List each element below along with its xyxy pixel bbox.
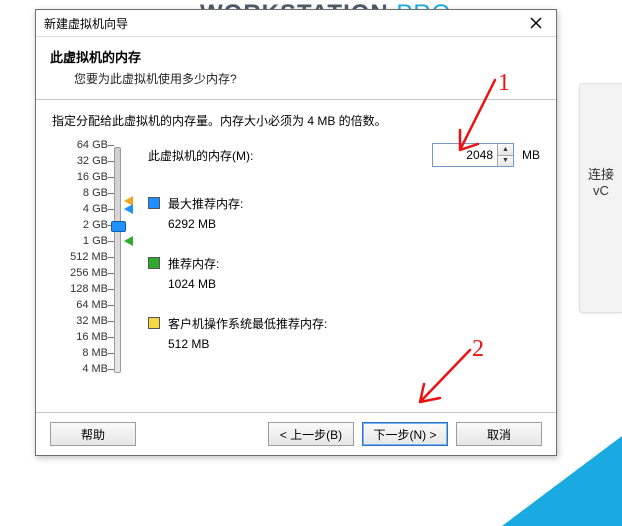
square-icon-yellow — [148, 317, 160, 329]
content-tip: 指定分配给此虚拟机的内存量。内存大小必须为 4 MB 的倍数。 — [52, 112, 540, 129]
scale-label: 16 GB — [64, 172, 108, 183]
rec-min-block: 客户机操作系统最低推荐内存: 512 MB — [148, 315, 540, 353]
scale-label: 32 GB — [64, 156, 108, 167]
rec-max-value: 6292 MB — [168, 215, 243, 233]
next-button[interactable]: 下一步(N) > — [362, 422, 448, 446]
scale-label: 16 MB — [64, 332, 108, 343]
titlebar-title: 新建虚拟机向导 — [44, 15, 516, 32]
header-title: 此虚拟机的内存 — [50, 47, 542, 66]
memory-scale: 64 GB 32 GB 16 GB 8 GB 4 GB 2 GB 1 GB 512 MB 256… — [52, 143, 134, 378]
scale-label: 1 GB — [64, 236, 108, 247]
scale-tick — [108, 305, 114, 306]
rec-max-label: 最大推荐内存: — [168, 195, 243, 213]
rec-rec-value: 1024 MB — [168, 275, 219, 293]
square-icon-green — [148, 257, 160, 269]
header-subtitle: 您要为此虚拟机使用多少内存? — [74, 70, 542, 87]
scale-label: 128 MB — [64, 284, 108, 295]
background-side-panel: 连接 vC — [579, 83, 622, 313]
scale-tick — [108, 209, 114, 210]
wizard-dialog: 新建虚拟机向导 此虚拟机的内存 您要为此虚拟机使用多少内存? 指定分配给此虚拟机… — [35, 9, 557, 456]
scale-track[interactable] — [114, 147, 121, 373]
memory-field-row: 此虚拟机的内存(M): ▲ ▼ MB — [148, 143, 540, 167]
scale-tick — [108, 177, 114, 178]
memory-spinner: ▲ ▼ — [432, 143, 514, 167]
scale-label: 32 MB — [64, 316, 108, 327]
scale-label: 2 GB — [64, 220, 108, 231]
memory-panel: 64 GB 32 GB 16 GB 8 GB 4 GB 2 GB 1 GB 512 MB 256… — [52, 143, 540, 378]
scale-label: 64 MB — [64, 300, 108, 311]
close-icon — [530, 17, 542, 29]
rec-min-label: 客户机操作系统最低推荐内存: — [168, 315, 327, 333]
scale-tick — [108, 161, 114, 162]
rec-rec-block: 推荐内存: 1024 MB — [148, 255, 540, 293]
scale-label: 8 GB — [64, 188, 108, 199]
side-line1: 连接 — [584, 164, 618, 183]
memory-unit: MB — [522, 148, 540, 162]
spin-up-button[interactable]: ▲ — [498, 144, 513, 155]
wizard-header: 此虚拟机的内存 您要为此虚拟机使用多少内存? — [36, 37, 556, 99]
rec-max-text: 最大推荐内存: 6292 MB — [168, 195, 243, 233]
scale-label: 256 MB — [64, 268, 108, 279]
marker-blue-icon — [124, 204, 133, 214]
rec-rec-label: 推荐内存: — [168, 255, 219, 273]
scale-tick — [108, 321, 114, 322]
wizard-content: 指定分配给此虚拟机的内存量。内存大小必须为 4 MB 的倍数。 64 GB 32 … — [36, 100, 556, 412]
scale-tick — [108, 145, 114, 146]
titlebar: 新建虚拟机向导 — [36, 10, 556, 37]
square-icon-blue — [148, 197, 160, 209]
button-bar: 帮助 < 上一步(B) 下一步(N) > 取消 — [36, 412, 556, 455]
scale-label: 4 GB — [64, 204, 108, 215]
memory-input[interactable] — [433, 144, 497, 166]
spin-down-button[interactable]: ▼ — [498, 155, 513, 167]
scale-tick — [108, 257, 114, 258]
back-button[interactable]: < 上一步(B) — [268, 422, 354, 446]
spinner-buttons: ▲ ▼ — [497, 144, 513, 166]
scale-tick — [108, 369, 114, 370]
rec-max-block: 最大推荐内存: 6292 MB — [148, 195, 540, 233]
scale-tick — [108, 337, 114, 338]
cancel-button[interactable]: 取消 — [456, 422, 542, 446]
marker-green-icon — [124, 236, 133, 246]
scale-label: 4 MB — [64, 364, 108, 375]
help-button[interactable]: 帮助 — [50, 422, 136, 446]
rec-rec-text: 推荐内存: 1024 MB — [168, 255, 219, 293]
close-button[interactable] — [516, 10, 556, 36]
scale-tick — [108, 353, 114, 354]
rec-min-text: 客户机操作系统最低推荐内存: 512 MB — [168, 315, 327, 353]
scale-thumb[interactable] — [111, 221, 126, 232]
scale-tick — [108, 289, 114, 290]
scale-label: 64 GB — [64, 140, 108, 151]
side-line2: vC — [584, 183, 618, 198]
memory-right-column: 此虚拟机的内存(M): ▲ ▼ MB 最大推荐内存: 6292 MB — [134, 143, 540, 378]
rec-min-value: 512 MB — [168, 335, 327, 353]
scale-tick — [108, 193, 114, 194]
scale-label: 512 MB — [64, 252, 108, 263]
memory-field-label: 此虚拟机的内存(M): — [148, 147, 253, 164]
scale-tick — [108, 241, 114, 242]
scale-label: 8 MB — [64, 348, 108, 359]
scale-tick — [108, 273, 114, 274]
